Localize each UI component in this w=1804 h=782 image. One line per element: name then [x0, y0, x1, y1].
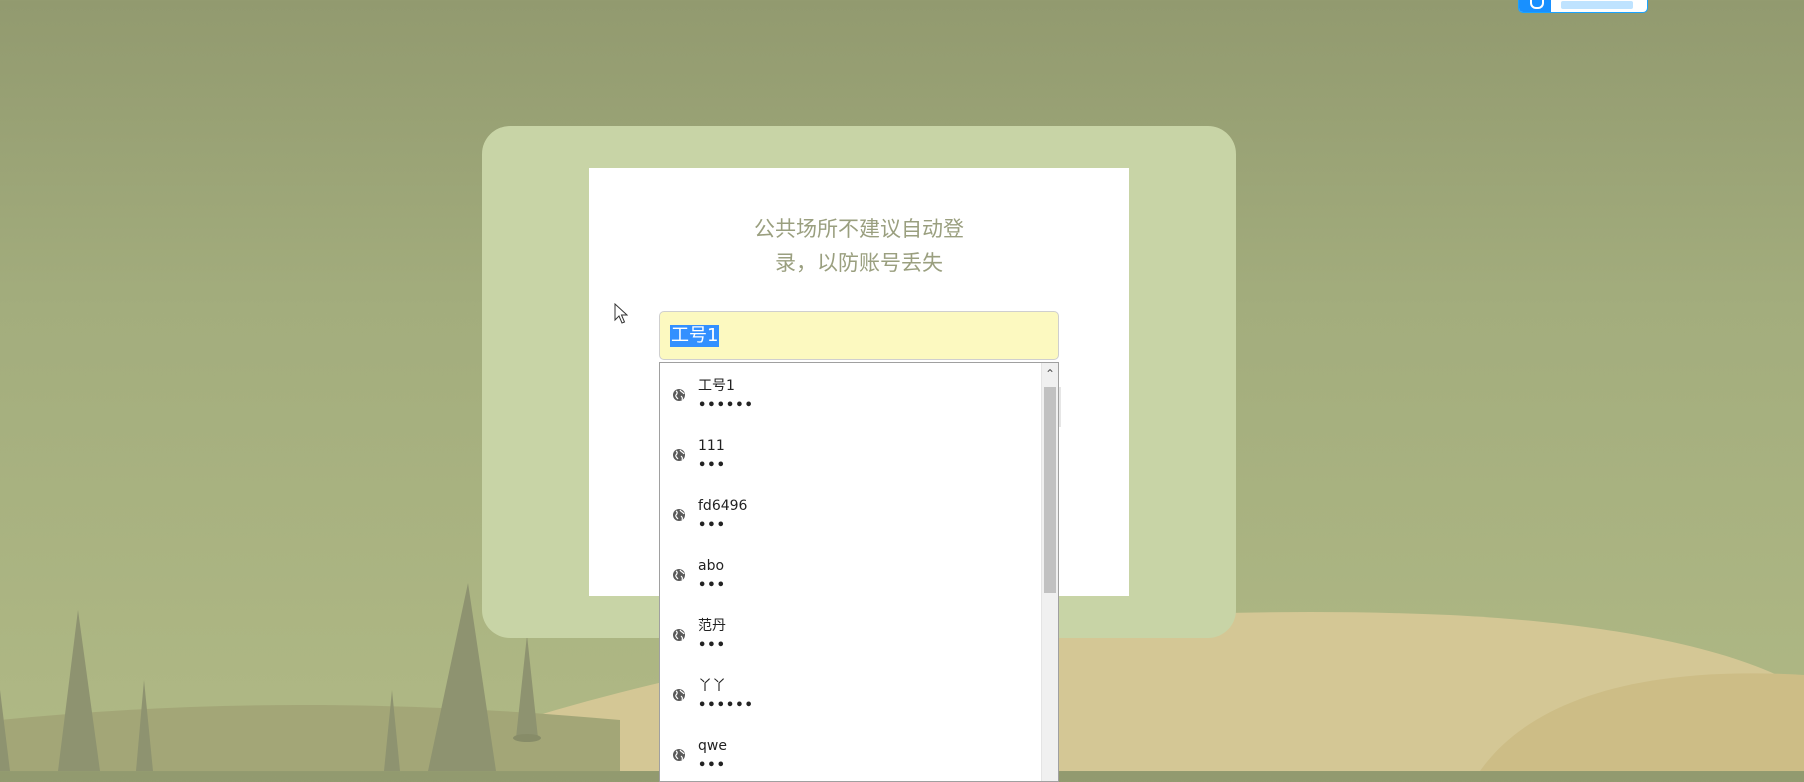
username-input[interactable]: 工号1	[659, 311, 1059, 360]
username-selected-text: 工号1	[670, 324, 720, 347]
tree	[516, 635, 538, 738]
autocomplete-item[interactable]: fd6496 •••	[660, 483, 1042, 543]
tree-base	[513, 734, 541, 742]
globe-icon	[673, 749, 685, 761]
autocomplete-item[interactable]: 范丹 •••	[660, 603, 1042, 663]
globe-icon	[673, 689, 685, 701]
autocomplete-username: 工号1	[698, 378, 735, 394]
autocomplete-item[interactable]: abo •••	[660, 543, 1042, 603]
autocomplete-password-mask: •••	[698, 458, 726, 473]
autocomplete-username: 丫丫	[698, 678, 726, 694]
autocomplete-item[interactable]: 111 •••	[660, 423, 1042, 483]
auto-login-notice: 公共场所不建议自动登 录，以防账号丢失	[589, 212, 1129, 280]
autocomplete-username: 111	[698, 438, 725, 454]
mouse-cursor-icon	[614, 303, 628, 324]
autocomplete-username: fd6496	[698, 498, 748, 514]
autocomplete-username: qwe	[698, 738, 727, 754]
autocomplete-password-mask: ••••••	[698, 398, 754, 413]
notice-line-1: 公共场所不建议自动登	[754, 217, 964, 241]
tree	[58, 610, 100, 771]
globe-icon	[673, 569, 685, 581]
globe-icon	[673, 509, 685, 521]
autocomplete-item[interactable]: qwe •••	[660, 723, 1042, 781]
autocomplete-item[interactable]: 工号1 ••••••	[660, 363, 1042, 423]
autocomplete-list: 工号1 •••••• 111 ••• fd6496 ••• abo ••• 范丹…	[660, 363, 1042, 781]
autocomplete-password-mask: •••	[698, 758, 726, 773]
autocomplete-scrollbar[interactable]: ⌃	[1041, 363, 1058, 781]
autocomplete-password-mask: •••	[698, 638, 726, 653]
autocomplete-item[interactable]: 丫丫 ••••••	[660, 663, 1042, 723]
globe-icon	[673, 389, 685, 401]
autocomplete-username: abo	[698, 558, 725, 574]
autocomplete-password-mask: ••••••	[698, 698, 754, 713]
autocomplete-password-mask: •••	[698, 518, 726, 533]
autocomplete-password-mask: •••	[698, 578, 726, 593]
autocomplete-dropdown[interactable]: 工号1 •••••• 111 ••• fd6496 ••• abo ••• 范丹…	[659, 362, 1059, 782]
globe-icon	[673, 629, 685, 641]
scroll-up-arrow-icon[interactable]: ⌃	[1042, 363, 1058, 385]
notice-line-2: 录，以防账号丢失	[775, 251, 943, 275]
autocomplete-username: 范丹	[698, 618, 726, 634]
top-right-widget[interactable]	[1518, 0, 1648, 13]
scroll-thumb[interactable]	[1044, 387, 1056, 593]
globe-icon	[673, 449, 685, 461]
widget-logo-icon	[1519, 0, 1551, 12]
widget-label	[1561, 1, 1633, 9]
